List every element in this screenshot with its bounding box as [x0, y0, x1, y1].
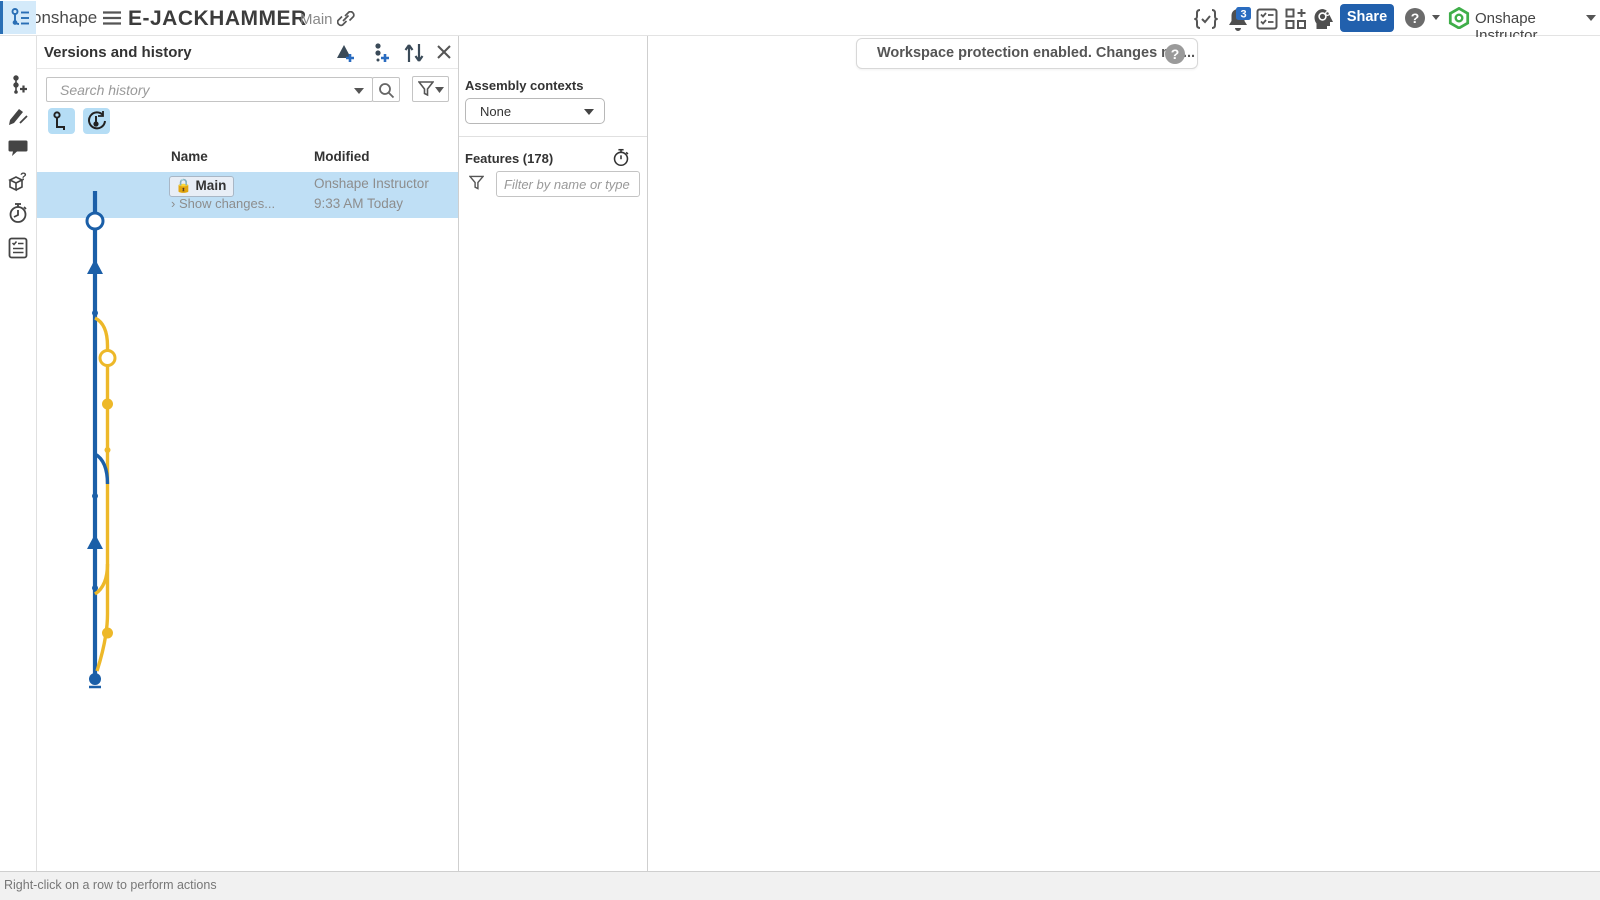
svg-text:?: ?: [1411, 10, 1420, 26]
svg-text:?: ?: [20, 171, 27, 183]
svg-text:3: 3: [1240, 9, 1246, 21]
svg-text:onshape: onshape: [32, 8, 97, 27]
svg-text:?: ?: [1171, 46, 1180, 62]
